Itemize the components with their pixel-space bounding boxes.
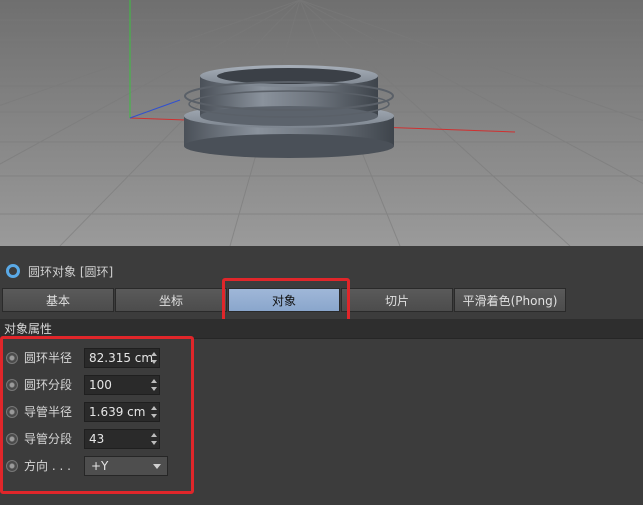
orientation-select[interactable]: +Y — [84, 455, 168, 476]
object-header: 圆环对象 [圆环] — [0, 258, 643, 284]
tab-phong[interactable]: 平滑着色(Phong) — [454, 288, 566, 312]
select-value: +Y — [91, 458, 109, 473]
property-label: 圆环半径 — [24, 351, 73, 365]
tab-object[interactable]: 对象 — [228, 288, 340, 312]
spinner-arrows-icon[interactable] — [151, 432, 157, 445]
section-title: 对象属性 — [0, 319, 643, 339]
animate-radio-icon[interactable] — [6, 378, 18, 391]
tab-coordinates[interactable]: 坐标 — [115, 288, 227, 312]
animate-radio-icon[interactable] — [6, 432, 18, 445]
torus-object-icon — [6, 264, 20, 278]
property-label: 导管半径 — [24, 405, 73, 419]
property-row-ring-radius: 圆环半径 82.315 cm — [0, 344, 200, 371]
tab-slice[interactable]: 切片 — [341, 288, 453, 312]
property-row-orientation: 方向 . . . +Y — [0, 452, 200, 479]
viewport-scene — [0, 0, 643, 246]
chevron-down-icon — [153, 463, 161, 469]
pipe-radius-field[interactable]: 1.639 cm — [84, 401, 160, 422]
ring-segments-field[interactable]: 100 — [84, 374, 160, 395]
animate-radio-icon[interactable] — [6, 351, 18, 364]
property-label: 导管分段 — [24, 432, 73, 446]
property-label: 方向 . . . — [24, 459, 71, 473]
ring-model[interactable] — [184, 65, 394, 158]
field-value: 1.639 cm — [89, 404, 146, 419]
property-row-pipe-segments: 导管分段 43 — [0, 425, 200, 452]
animate-radio-icon[interactable] — [6, 459, 18, 472]
field-value: 43 — [89, 431, 105, 446]
field-value: 100 — [89, 377, 112, 392]
3d-viewport[interactable] — [0, 0, 643, 246]
spinner-arrows-icon[interactable] — [151, 378, 157, 391]
field-value: 82.315 cm — [89, 350, 154, 365]
pipe-segments-field[interactable]: 43 — [84, 428, 160, 449]
property-label: 圆环分段 — [24, 378, 73, 392]
property-row-pipe-radius: 导管半径 1.639 cm — [0, 398, 200, 425]
spinner-arrows-icon[interactable] — [151, 405, 157, 418]
object-title: 圆环对象 [圆环] — [28, 264, 114, 279]
ring-radius-field[interactable]: 82.315 cm — [84, 347, 160, 368]
attribute-tabs: 基本 坐标 对象 切片 平滑着色(Phong) — [2, 288, 567, 312]
object-properties: 圆环半径 82.315 cm 圆环分段 100 导管半径 1.639 cm 导管… — [0, 344, 200, 479]
property-row-ring-segments: 圆环分段 100 — [0, 371, 200, 398]
animate-radio-icon[interactable] — [6, 405, 18, 418]
spinner-arrows-icon[interactable] — [151, 351, 157, 364]
tab-basic[interactable]: 基本 — [2, 288, 114, 312]
